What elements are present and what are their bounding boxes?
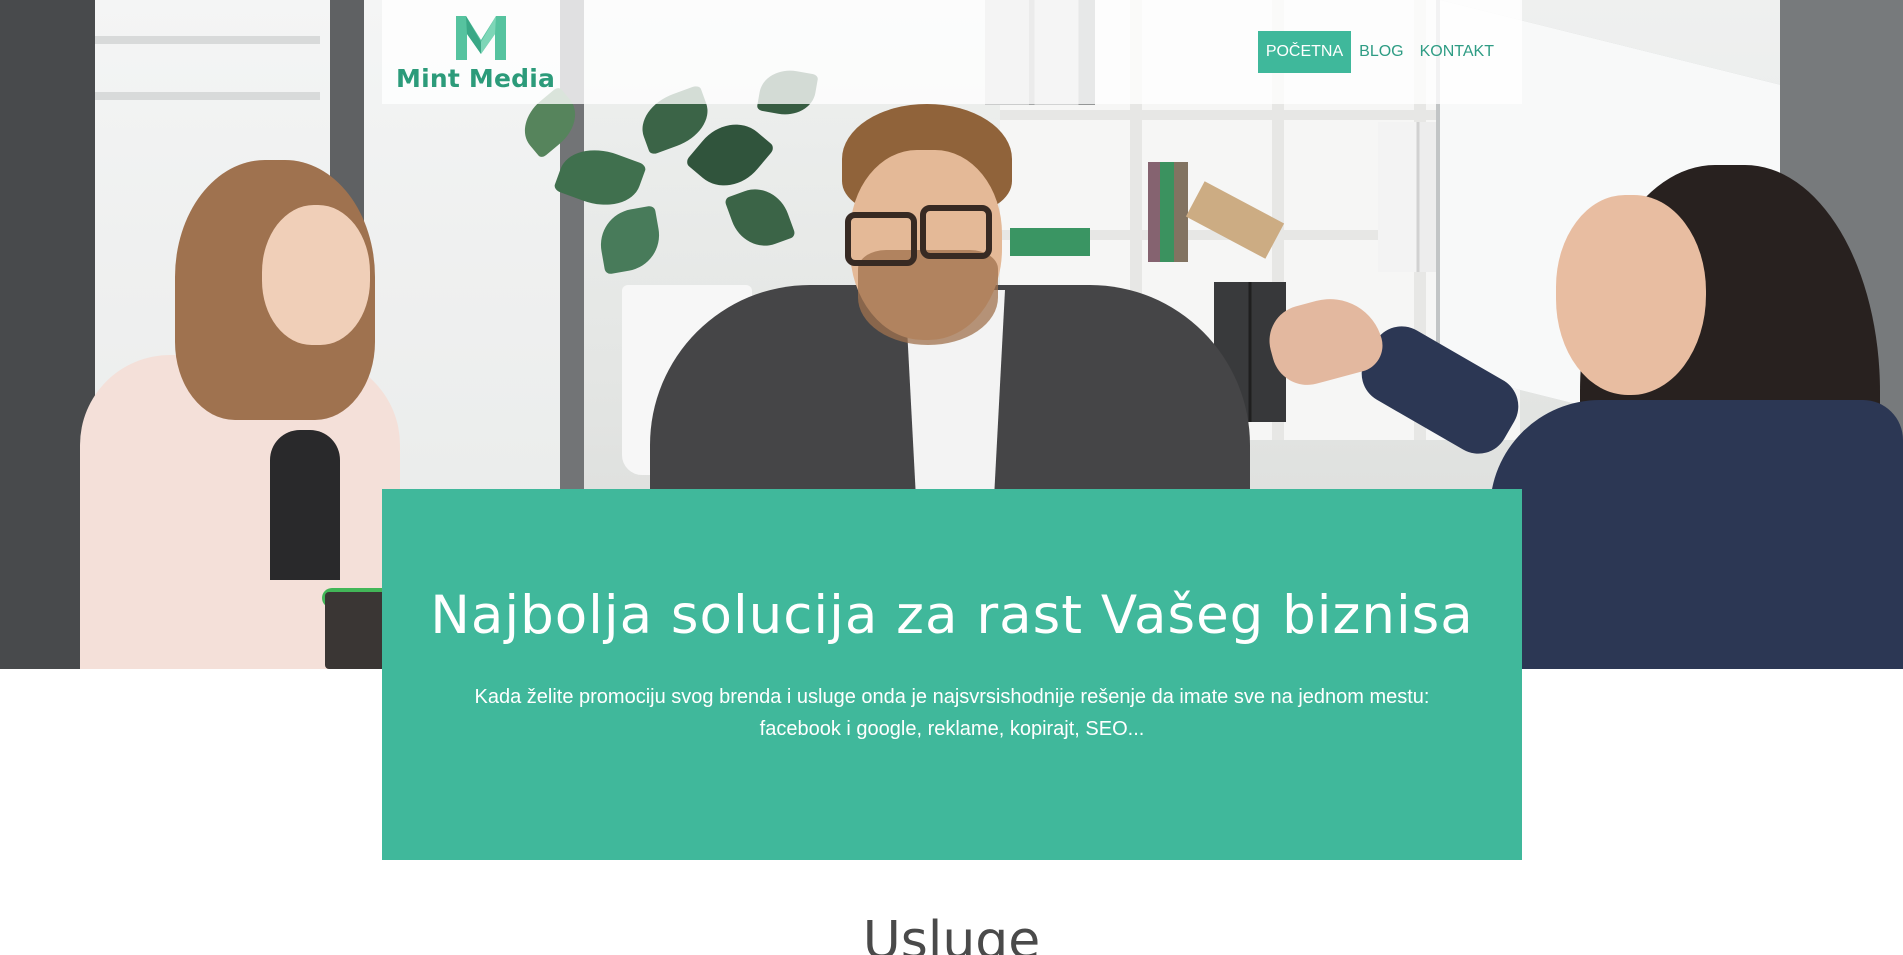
logo-link[interactable]: Mint Media [396, 10, 556, 96]
nav-item-kontakt[interactable]: KONTAKT [1412, 31, 1502, 73]
main-nav: POČETNA BLOG KONTAKT [1257, 31, 1502, 73]
page: Mint Media POČETNA BLOG KONTAKT Najbolja… [0, 0, 1903, 955]
nav-item-blog[interactable]: BLOG [1351, 31, 1411, 73]
services-title: Usluge [862, 911, 1041, 955]
hero-box: Najbolja solucija za rast Vašeg biznisa … [382, 489, 1522, 860]
logo-text: Mint Media [396, 64, 556, 93]
nav-item-pocetna[interactable]: POČETNA [1257, 31, 1352, 73]
hero-description: Kada želite promociju svog brenda i uslu… [474, 686, 1430, 740]
m-logo-icon [456, 16, 506, 60]
site-header: Mint Media POČETNA BLOG KONTAKT [382, 0, 1522, 104]
hero-title: Najbolja solucija za rast Vašeg biznisa [430, 585, 1474, 646]
